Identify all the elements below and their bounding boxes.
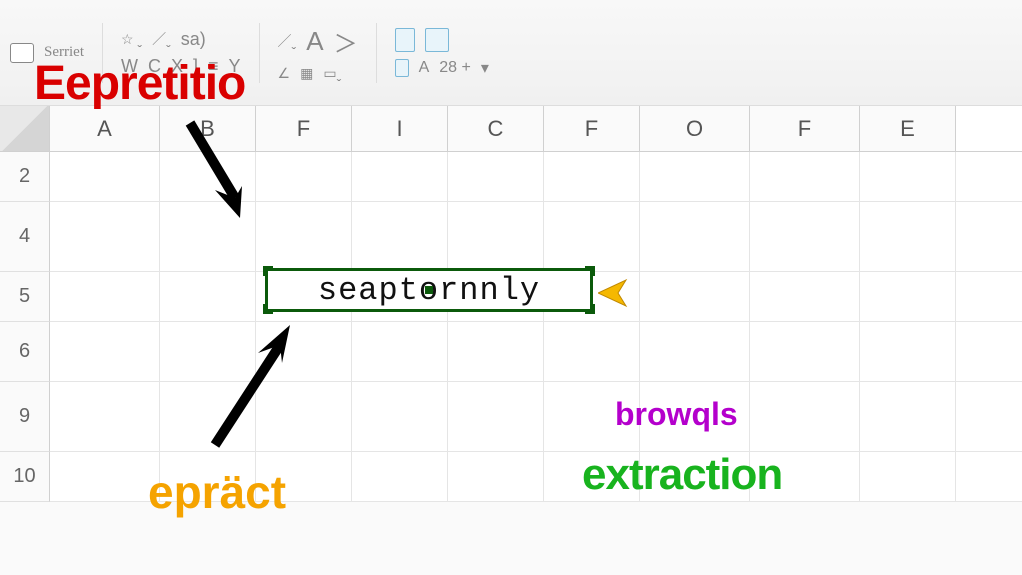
col-head[interactable]: E xyxy=(860,106,956,151)
chevron-right-icon[interactable]: ＞ xyxy=(334,24,358,59)
grid-icon[interactable]: ▦ xyxy=(300,65,313,82)
page-icon[interactable] xyxy=(395,59,409,77)
select-all-corner[interactable] xyxy=(0,106,50,151)
star-icon[interactable]: ☆ ˬ xyxy=(121,31,142,48)
arrow-up-icon xyxy=(200,315,310,455)
row-head[interactable]: 9 xyxy=(0,382,50,452)
doc-icon[interactable] xyxy=(395,28,415,52)
row-headers: 2 4 5 6 9 10 xyxy=(0,152,50,502)
col-head[interactable]: A xyxy=(50,106,160,151)
col-head[interactable]: F xyxy=(750,106,860,151)
merge-icon[interactable]: ▭ˬ xyxy=(323,65,341,82)
font-size-a[interactable]: A xyxy=(306,26,323,57)
brush-icon[interactable]: ／ˬ xyxy=(152,29,171,49)
separator xyxy=(259,23,260,83)
col-head[interactable]: F xyxy=(256,106,352,151)
sa-label[interactable]: sa) xyxy=(181,29,206,50)
annotation-green: extraction xyxy=(582,450,782,500)
zoom-a: A xyxy=(419,59,430,77)
col-head[interactable]: I xyxy=(352,106,448,151)
arrow-down-icon xyxy=(180,118,260,228)
cursor-pointer-icon xyxy=(598,278,638,308)
paste-icon[interactable] xyxy=(10,43,34,63)
column-headers: A B F I C F O F E xyxy=(0,106,1022,152)
annotation-red: Eepretitio xyxy=(34,56,245,111)
angle-icon[interactable]: ∠ xyxy=(278,65,291,82)
row-head[interactable]: 2 xyxy=(0,152,50,202)
pen-icon[interactable]: ／ˬ xyxy=(278,31,297,51)
zoom-dropdown-icon[interactable]: ▾ xyxy=(481,58,489,78)
active-cell-value: seaptornnly xyxy=(318,272,540,309)
annotation-orange: epräct xyxy=(148,465,286,519)
row-head[interactable]: 10 xyxy=(0,452,50,502)
col-head[interactable]: C xyxy=(448,106,544,151)
row-head[interactable]: 6 xyxy=(0,322,50,382)
clipboard-icon[interactable] xyxy=(425,28,449,52)
row-head[interactable]: 4 xyxy=(0,202,50,272)
zoom-text[interactable]: 28 + xyxy=(439,59,471,77)
separator xyxy=(376,23,377,83)
annotation-purple: browqls xyxy=(615,396,738,433)
col-head[interactable]: F xyxy=(544,106,640,151)
col-head[interactable]: O xyxy=(640,106,750,151)
row-head[interactable]: 5 xyxy=(0,272,50,322)
active-cell[interactable]: seaptornnly xyxy=(265,268,593,312)
